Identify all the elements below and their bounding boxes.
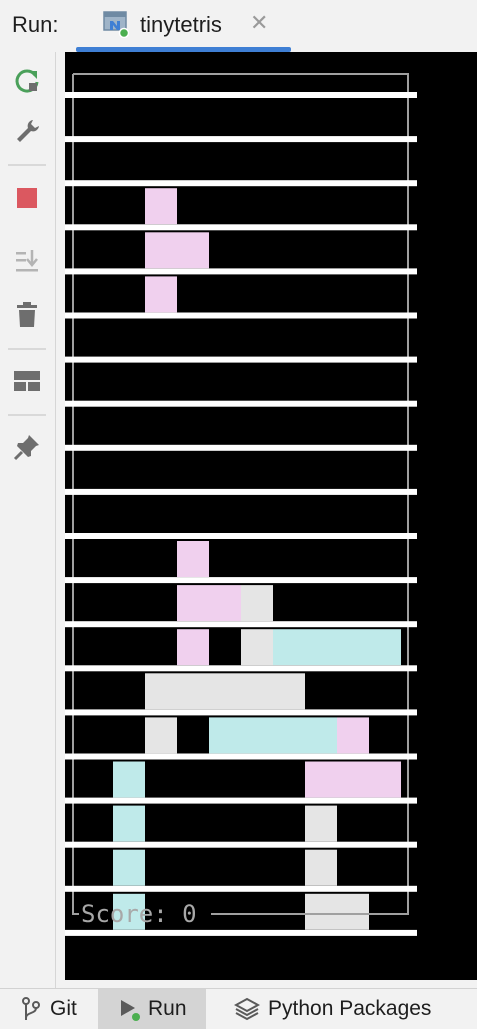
tetromino-cell <box>337 629 369 666</box>
console-line-separator <box>65 268 417 275</box>
console-line-separator <box>65 797 417 804</box>
tetris-board: Score: 0 <box>65 73 417 936</box>
tetromino-cell <box>113 849 145 886</box>
pin-icon[interactable] <box>10 430 44 464</box>
run-tool-window-header: Run: tinytetris ✕ <box>0 0 477 52</box>
console-line-separator <box>65 533 417 539</box>
toolbar-divider <box>55 52 56 988</box>
tab-tinytetris[interactable]: tinytetris ✕ <box>76 0 291 52</box>
tetromino-cell <box>145 673 177 710</box>
scroll-to-end-icon[interactable] <box>10 244 44 278</box>
console-line-separator <box>65 665 417 672</box>
console-line-separator <box>65 92 417 98</box>
tetromino-cell <box>241 629 273 666</box>
tetromino-cell <box>241 717 273 754</box>
score-text: Score: 0 <box>81 900 197 928</box>
tetromino-cell <box>113 761 145 798</box>
tetromino-cell <box>209 717 241 754</box>
stop-icon[interactable] <box>10 181 44 215</box>
tetromino-cell <box>305 717 337 754</box>
console-output[interactable]: Score: 0 <box>65 52 477 980</box>
trash-icon[interactable] <box>10 298 44 332</box>
tetromino-cell <box>177 232 209 269</box>
toolbar-separator <box>8 348 46 350</box>
bottom-tool-window-bar: Git Run Python Packages <box>0 988 477 1029</box>
tetromino-cell <box>241 585 273 622</box>
close-tab-icon[interactable]: ✕ <box>250 10 268 36</box>
tab-title: tinytetris <box>140 12 222 37</box>
console-line-separator <box>65 929 417 936</box>
console-line-separator <box>65 621 417 628</box>
tetromino-cell <box>241 673 273 710</box>
toolbar-separator <box>8 414 46 416</box>
tetromino-cell <box>273 673 305 710</box>
tetromino-cell <box>305 849 337 886</box>
console-line-separator <box>65 488 417 495</box>
tetromino-cell <box>177 585 209 622</box>
console-line-separator <box>65 841 417 848</box>
git-label: Git <box>50 997 77 1020</box>
toolbar-separator <box>8 164 46 166</box>
console-line-separator <box>65 709 417 716</box>
tetromino-cell <box>273 717 305 754</box>
tetromino-cell <box>177 541 209 577</box>
console-line-separator <box>65 136 417 143</box>
tetromino-cell <box>145 232 177 269</box>
console-line-separator <box>65 356 417 363</box>
layers-icon <box>234 997 260 1021</box>
run-toolbar <box>0 52 55 988</box>
console-line-separator <box>65 753 417 760</box>
tetromino-cell <box>209 673 241 710</box>
tetromino-cell <box>209 585 241 622</box>
run-label: Run <box>148 997 187 1020</box>
rerun-icon[interactable] <box>10 64 44 98</box>
python-packages-tool-button[interactable]: Python Packages <box>228 989 437 1029</box>
tetromino-cell <box>305 761 337 798</box>
tetromino-cell <box>305 629 337 666</box>
tetromino-cell <box>177 629 209 666</box>
git-branch-icon <box>22 997 40 1020</box>
tetromino-cell <box>305 893 337 930</box>
tetromino-cell <box>113 805 145 842</box>
tetromino-cell <box>273 629 305 666</box>
wrench-icon[interactable] <box>10 114 44 148</box>
run-tool-button[interactable]: Run <box>98 989 206 1029</box>
console-line-separator <box>65 312 417 319</box>
tetromino-cell <box>337 761 369 798</box>
console-line-separator <box>65 444 417 451</box>
console-line-separator <box>65 180 417 187</box>
tetromino-cell <box>337 717 369 754</box>
console-line-separator <box>65 224 417 231</box>
console-line-separator <box>65 400 417 407</box>
tetromino-cell <box>177 673 209 710</box>
run-icon <box>121 1000 140 1021</box>
tetromino-cell <box>369 629 401 666</box>
tetromino-cell <box>145 188 177 225</box>
python-packages-label: Python Packages <box>268 997 432 1020</box>
python-run-config-icon <box>102 10 130 39</box>
git-tool-button[interactable]: Git <box>14 989 83 1029</box>
tetromino-cell <box>145 717 177 754</box>
tetromino-cell <box>145 276 177 313</box>
tetromino-cell <box>305 805 337 842</box>
run-label: Run: <box>12 12 59 37</box>
console-line-separator <box>65 577 417 584</box>
layout-icon[interactable] <box>10 364 44 398</box>
console-line-separator <box>65 885 417 892</box>
tetromino-cell <box>369 761 401 798</box>
tetromino-cell <box>337 893 369 930</box>
